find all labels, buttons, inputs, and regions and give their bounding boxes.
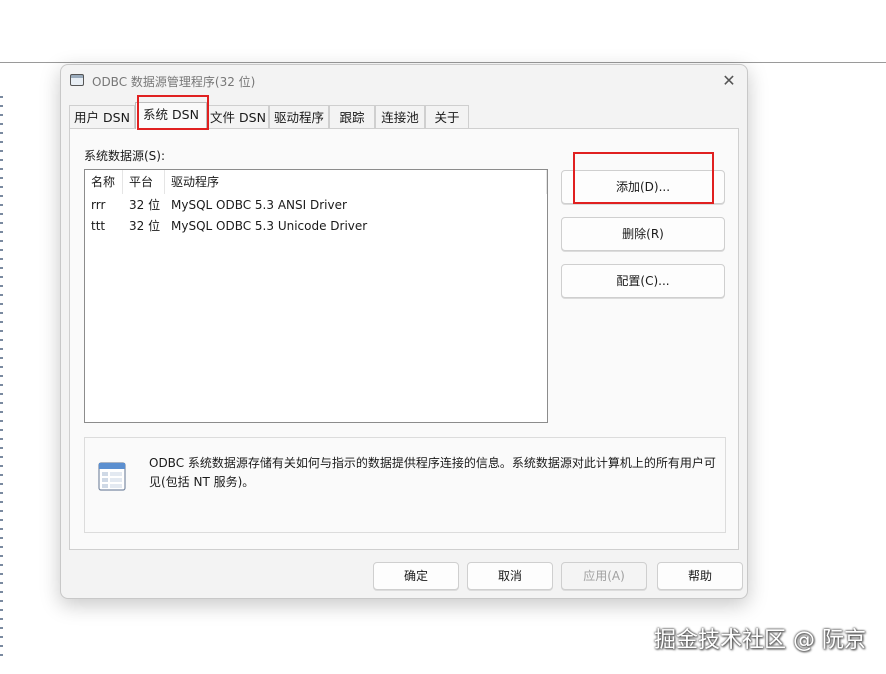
system-dsn-label: 系统数据源(S): [84,149,166,163]
row-name: rrr [91,198,106,212]
tab-tracing[interactable]: 跟踪 [329,105,375,128]
tab-drivers[interactable]: 驱动程序 [269,105,329,128]
background-dotted-edge [0,96,3,656]
data-source-icon [98,462,126,491]
close-icon[interactable]: ✕ [717,69,741,93]
odbc-app-icon [70,74,84,86]
table-row[interactable]: rrr 32 位 MySQL ODBC 5.3 ANSI Driver [85,195,547,215]
row-driver: MySQL ODBC 5.3 ANSI Driver [171,198,347,212]
row-platform: 32 位 [129,219,161,233]
tab-system-dsn[interactable]: 系统 DSN [135,102,207,129]
help-button[interactable]: 帮助 [657,562,743,590]
odbc-dialog: ODBC 数据源管理程序(32 位) ✕ 用户 DSN 系统 DSN 文件 DS… [60,64,748,599]
remove-button[interactable]: 删除(R) [561,217,725,251]
window-title: ODBC 数据源管理程序(32 位) [92,75,256,89]
row-platform: 32 位 [129,198,161,212]
background-divider [0,62,886,63]
table-row[interactable]: ttt 32 位 MySQL ODBC 5.3 Unicode Driver [85,216,547,236]
tab-connection-pooling[interactable]: 连接池 [375,105,425,128]
column-header-name[interactable]: 名称 [85,170,123,194]
tab-file-dsn[interactable]: 文件 DSN [207,105,269,128]
add-button[interactable]: 添加(D)... [561,170,725,204]
tab-user-dsn[interactable]: 用户 DSN [69,105,135,128]
row-driver: MySQL ODBC 5.3 Unicode Driver [171,219,368,233]
watermark-text: 掘金技术社区 @ 阮京 [654,628,866,653]
ok-button[interactable]: 确定 [373,562,459,590]
column-header-driver[interactable]: 驱动程序 [165,170,547,194]
cancel-button[interactable]: 取消 [467,562,553,590]
title-bar[interactable]: ODBC 数据源管理程序(32 位) ✕ [61,65,747,97]
apply-button[interactable]: 应用(A) [561,562,647,590]
configure-button[interactable]: 配置(C)... [561,264,725,298]
description-box: ODBC 系统数据源存储有关如何与指示的数据提供程序连接的信息。系统数据源对此计… [84,437,726,533]
row-name: ttt [91,219,106,233]
description-text: ODBC 系统数据源存储有关如何与指示的数据提供程序连接的信息。系统数据源对此计… [149,456,716,489]
tab-about[interactable]: 关于 [425,105,469,128]
data-source-list[interactable]: 名称 平台 驱动程序 rrr 32 位 MySQL ODBC 5.3 ANSI … [84,169,548,423]
system-dsn-panel: 系统数据源(S): 名称 平台 驱动程序 rrr 32 位 MySQL ODBC… [69,128,739,550]
column-header-platform[interactable]: 平台 [123,170,165,194]
